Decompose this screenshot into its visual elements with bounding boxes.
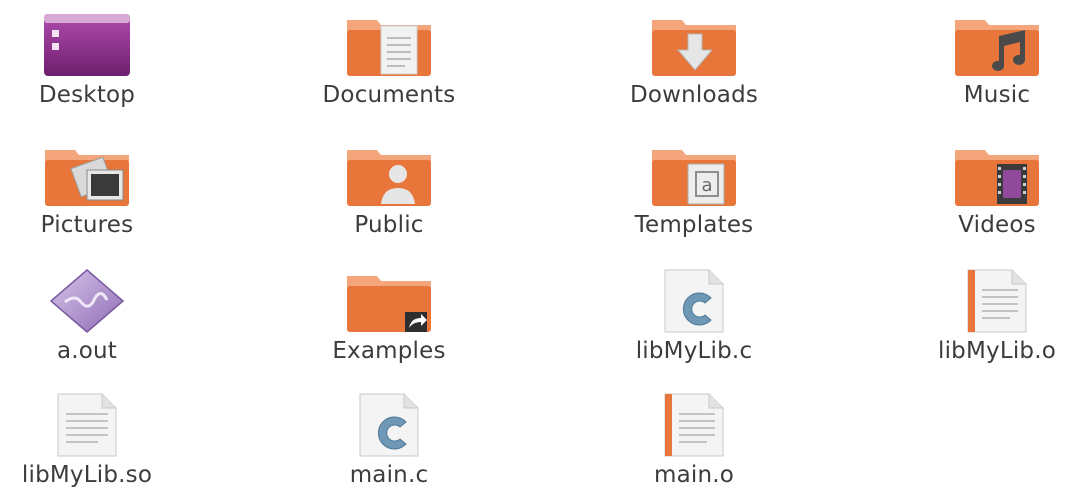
file-item-music[interactable]: Music xyxy=(897,12,1071,107)
file-label: Pictures xyxy=(40,212,134,238)
file-label: Desktop xyxy=(38,82,136,108)
file-item-libmylib-o[interactable]: libMyLib.o xyxy=(897,268,1071,363)
file-label: Public xyxy=(354,212,424,238)
videos-folder-icon xyxy=(949,142,1045,208)
file-label: Music xyxy=(963,82,1031,108)
file-label: libMyLib.so xyxy=(21,462,153,488)
file-grid: Desktop Documents Downloads Music Pictur… xyxy=(0,0,1071,499)
file-item-templates[interactable]: a Templates xyxy=(594,142,794,237)
object-file-icon xyxy=(949,268,1045,334)
c-source-file-icon xyxy=(341,392,437,458)
file-item-a-out[interactable]: a.out xyxy=(0,268,187,363)
examples-folder-link-icon xyxy=(341,268,437,334)
file-item-documents[interactable]: Documents xyxy=(289,12,489,107)
object-file-icon xyxy=(646,392,742,458)
file-label: Templates xyxy=(634,212,754,238)
file-label: Documents xyxy=(322,82,456,108)
file-item-examples[interactable]: Examples xyxy=(289,268,489,363)
file-item-downloads[interactable]: Downloads xyxy=(594,12,794,107)
file-label: a.out xyxy=(56,338,118,364)
file-label: Examples xyxy=(332,338,446,364)
documents-folder-icon xyxy=(341,12,437,78)
file-label: Videos xyxy=(958,212,1036,238)
downloads-folder-icon xyxy=(646,12,742,78)
file-label: libMyLib.o xyxy=(937,338,1057,364)
svg-text:a: a xyxy=(701,175,712,196)
file-label: main.c xyxy=(349,462,429,488)
file-item-main-o[interactable]: main.o xyxy=(594,392,794,487)
templates-folder-icon: a xyxy=(646,142,742,208)
file-label: Downloads xyxy=(629,82,759,108)
file-item-public[interactable]: Public xyxy=(289,142,489,237)
pictures-folder-icon xyxy=(39,142,135,208)
desktop-folder-icon xyxy=(39,12,135,78)
c-source-file-icon xyxy=(646,268,742,334)
file-label: main.o xyxy=(653,462,735,488)
executable-icon xyxy=(39,268,135,334)
file-label: libMyLib.c xyxy=(635,338,753,364)
file-item-videos[interactable]: Videos xyxy=(897,142,1071,237)
file-item-libmylib-so[interactable]: libMyLib.so xyxy=(0,392,187,487)
file-item-pictures[interactable]: Pictures xyxy=(0,142,187,237)
file-item-libmylib-c[interactable]: libMyLib.c xyxy=(594,268,794,363)
public-folder-icon xyxy=(341,142,437,208)
file-item-desktop[interactable]: Desktop xyxy=(0,12,187,107)
music-folder-icon xyxy=(949,12,1045,78)
file-item-main-c[interactable]: main.c xyxy=(289,392,489,487)
shared-library-file-icon xyxy=(39,392,135,458)
